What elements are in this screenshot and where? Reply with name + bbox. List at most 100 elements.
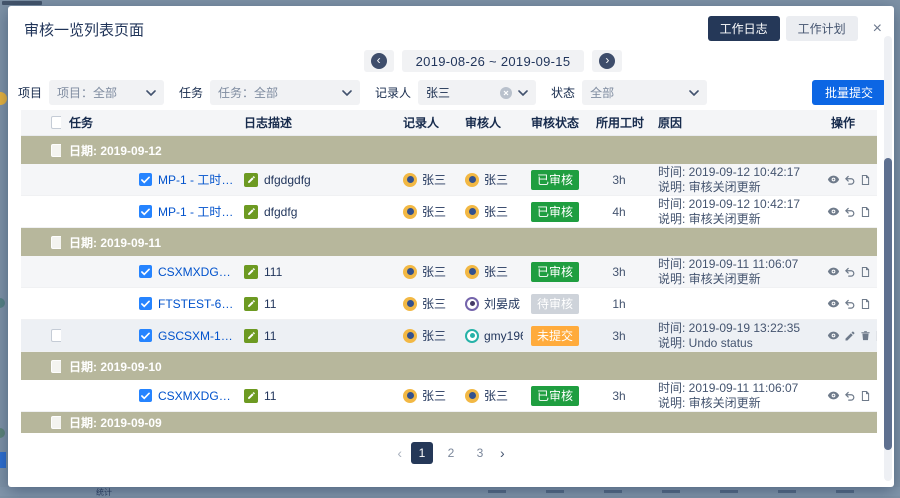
filter-value: 项目：全部 [57,84,140,101]
recorder-name: 张三 [422,263,446,280]
task-link[interactable]: MP-1 - 工时报表：用户选择框 [158,171,236,188]
background-page-fragment [604,490,622,493]
task-checkbox[interactable] [139,329,152,342]
date-prev-button[interactable]: ‹ [364,50,394,72]
task-link[interactable]: FTSTEST-6 - 这个是我的，谁也别... [158,295,236,312]
avatar [465,265,479,279]
status-cell: 已审核 [523,170,588,190]
copy-icon[interactable] [860,298,871,310]
auditor-cell: 张三 [457,203,523,220]
group-checkbox[interactable] [51,236,61,249]
column-header: 日志描述 [236,114,395,131]
pagination-page[interactable]: 2 [440,442,462,464]
view-icon[interactable] [827,329,840,342]
group-checkbox[interactable] [51,144,61,157]
view-icon[interactable] [827,205,840,218]
task-checkbox[interactable] [139,389,152,402]
actions-cell [823,329,877,342]
log-description-cell: 11 [236,329,395,343]
pagination-page[interactable]: 1 [411,442,433,464]
auditor-name: 张三 [484,387,508,404]
filter-select-3[interactable]: 张三 [418,80,536,105]
undo-icon[interactable] [844,298,856,310]
batch-submit-button[interactable]: 批量提交 [812,80,886,105]
reason-cell: 时间: 2019-09-19 13:22:35说明: Undo status [650,321,823,351]
date-navigation: ‹ 2019-08-26 ~ 2019-09-15 › [50,50,900,72]
actions-cell [823,173,877,186]
table-row: CSXMXDGXDG-2 - 测试case111张三张三已审核3h时间: 201… [21,256,877,288]
task-cell: GSCSXM-1 - 报表Issue勿动 [61,327,236,344]
pagination-prev[interactable]: ‹ [395,445,404,461]
copy-icon[interactable] [860,390,871,402]
view-icon[interactable] [827,389,840,402]
date-next-button[interactable]: › [592,50,622,72]
table-scrollbar[interactable] [884,36,892,481]
copy-icon[interactable] [860,206,871,218]
task-link[interactable]: GSCSXM-1 - 报表Issue勿动 [158,327,236,344]
hours-value: 3h [588,389,650,403]
avatar-dot [407,300,414,307]
work-log-button[interactable]: 工作日志 [708,16,780,41]
group-checkbox[interactable] [51,416,61,429]
audit-table: 任务日志描述记录人审核人审核状态所用工时原因操作日期: 2019-09-12MP… [21,110,877,433]
table-row: CSXMXDGXDG-2 - 测试case11张三张三已审核3h时间: 2019… [21,380,877,412]
avatar-dot [407,176,414,183]
status-cell: 已审核 [523,386,588,406]
avatar [403,173,417,187]
avatar-dot [469,208,476,215]
filter-select-2[interactable]: 任务：全部 [210,80,360,105]
task-link[interactable]: CSXMXDGXDG-2 - 测试case [158,263,236,280]
work-plan-button[interactable]: 工作计划 [786,16,858,41]
avatar-dot [470,333,475,338]
actions-cell [823,389,877,402]
clear-icon[interactable] [500,87,512,99]
table-row: FTSTEST-6 - 这个是我的，谁也别...11张三刘晏成待审核1h [21,288,877,320]
delete-icon[interactable] [860,330,871,342]
background-page-fragment [0,428,5,438]
task-checkbox[interactable] [139,173,152,186]
hours-value: 1h [588,297,650,311]
task-checkbox[interactable] [139,205,152,218]
row-checkbox[interactable] [51,329,61,342]
copy-icon[interactable] [875,330,877,342]
log-description: 11 [264,329,276,343]
undo-icon[interactable] [844,174,856,186]
filter-label: 项目 [18,84,42,101]
undo-icon[interactable] [844,266,856,278]
group-date-label: 日期: 2019-09-11 [61,234,877,251]
filter-select-1[interactable]: 项目：全部 [49,80,164,105]
auditor-cell: 张三 [457,171,523,188]
header-checkbox[interactable] [51,116,61,129]
actions-cell [823,205,877,218]
view-icon[interactable] [827,297,840,310]
task-checkbox[interactable] [139,265,152,278]
avatar [465,329,479,343]
task-link[interactable]: MP-1 - 工时报表：用户选择框 [158,203,236,220]
reason-note: 说明: 审核关闭更新 [658,396,823,411]
filter-select-4[interactable]: 全部 [582,80,707,105]
scrollbar-thumb[interactable] [884,158,892,450]
close-icon[interactable]: × [873,21,882,37]
date-range[interactable]: 2019-08-26 ~ 2019-09-15 [402,50,585,72]
pagination-next[interactable]: › [498,445,507,461]
copy-icon[interactable] [860,174,871,186]
reason-cell: 时间: 2019-09-12 10:42:17说明: 审核关闭更新 [650,197,823,227]
copy-icon[interactable] [860,266,871,278]
edit-icon[interactable] [844,330,856,342]
log-description-cell: 11 [236,297,395,311]
chevron-left-icon: ‹ [371,53,387,69]
task-checkbox[interactable] [139,297,152,310]
pagination-page[interactable]: 3 [469,442,491,464]
auditor-name: 张三 [484,171,508,188]
task-cell: FTSTEST-6 - 这个是我的，谁也别... [61,295,236,312]
undo-icon[interactable] [844,390,856,402]
auditor-name: 张三 [484,203,508,220]
undo-icon[interactable] [844,206,856,218]
task-link[interactable]: CSXMXDGXDG-2 - 测试case [158,387,236,404]
group-checkbox[interactable] [51,360,61,373]
log-description-cell: 111 [236,265,395,279]
view-icon[interactable] [827,173,840,186]
view-icon[interactable] [827,265,840,278]
background-page-fragment [0,452,6,468]
group-checkbox-cell [21,236,61,249]
